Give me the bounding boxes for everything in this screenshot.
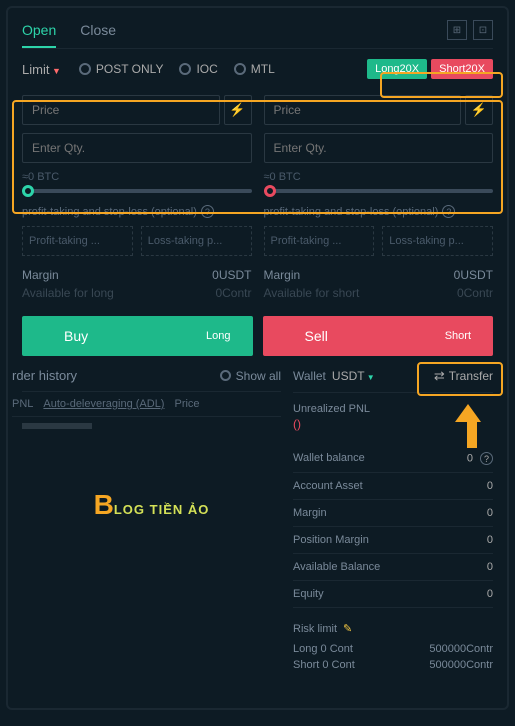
margin-label: Margin (293, 507, 327, 519)
buy-available-value: 0Contr (215, 286, 251, 300)
wallet-label: Wallet (293, 369, 326, 383)
risk-limit-label: Risk limit (293, 623, 337, 635)
edit-icon[interactable]: ✎ (343, 622, 352, 635)
sell-loss-taking-button[interactable]: Loss-taking p... (382, 226, 493, 256)
watermark-logo: BLOG TIỀN ẢO (22, 489, 281, 521)
leverage-short-button[interactable]: Short20X (431, 59, 493, 79)
sell-available-label: Available for short (264, 286, 360, 300)
buy-tpsl-label: profit-taking and stop-loss (optional)? (22, 205, 252, 218)
risk-short-value: 500000Contr (429, 659, 493, 671)
position-tabs: Open Close ⊞ ⊡ (22, 20, 493, 49)
equity-label: Equity (293, 588, 324, 600)
sell-margin-value: 0USDT (454, 268, 493, 282)
margin-value: 0 (487, 507, 493, 519)
account-asset-value: 0 (487, 480, 493, 492)
buy-column: ⚡ ≈0 BTC profit-taking and stop-loss (op… (22, 95, 252, 304)
sell-approx-label: ≈0 BTC (264, 171, 494, 183)
tab-close[interactable]: Close (80, 22, 116, 38)
order-type-dropdown[interactable]: Limit (22, 62, 61, 77)
risk-long-label: Long 0 Cont (293, 643, 353, 655)
buy-available-label: Available for long (22, 286, 114, 300)
wallet-balance-label: Wallet balance (293, 452, 365, 465)
order-type-row: Limit POST ONLY IOC MTL Long20X Short20X (22, 59, 493, 79)
buy-loss-taking-button[interactable]: Loss-taking p... (141, 226, 252, 256)
tab-open[interactable]: Open (22, 22, 56, 48)
account-asset-label: Account Asset (293, 480, 363, 492)
radio-ioc[interactable]: IOC (179, 62, 217, 76)
sell-column: ⚡ ≈0 BTC profit-taking and stop-loss (op… (264, 95, 494, 304)
risk-short-label: Short 0 Cont (293, 659, 355, 671)
help-icon[interactable]: ? (442, 205, 455, 218)
sell-price-bolt-icon[interactable]: ⚡ (465, 95, 493, 125)
position-margin-label: Position Margin (293, 534, 369, 546)
available-balance-label: Available Balance (293, 561, 380, 573)
help-icon[interactable]: ? (480, 452, 493, 465)
sell-tpsl-label: profit-taking and stop-loss (optional)? (264, 205, 494, 218)
buy-qty-slider[interactable] (22, 189, 252, 193)
risk-long-value: 500000Contr (429, 643, 493, 655)
buy-price-bolt-icon[interactable]: ⚡ (224, 95, 252, 125)
radio-mtl[interactable]: MTL (234, 62, 275, 76)
calculator-icon[interactable]: ⊞ (447, 20, 467, 40)
sell-qty-input[interactable] (264, 133, 494, 163)
radio-post-only[interactable]: POST ONLY (79, 62, 164, 76)
buy-margin-value: 0USDT (212, 268, 251, 282)
help-icon[interactable]: ? (201, 205, 214, 218)
equity-value: 0 (487, 588, 493, 600)
wallet-currency-dropdown[interactable]: USDT (332, 369, 375, 383)
buy-long-button[interactable]: BuyLong (22, 316, 253, 356)
unrealized-pnl-value: () (293, 417, 493, 431)
unrealized-pnl-label: Unrealized PNL (293, 403, 493, 415)
buy-profit-taking-button[interactable]: Profit-taking ... (22, 226, 133, 256)
buy-margin-label: Margin (22, 268, 59, 282)
buy-qty-input[interactable] (22, 133, 252, 163)
wallet-balance-value: 0 (467, 453, 473, 465)
transfer-button[interactable]: ⇄ Transfer (434, 368, 493, 384)
order-entry-area: ⚡ ≈0 BTC profit-taking and stop-loss (op… (22, 89, 493, 310)
position-margin-value: 0 (487, 534, 493, 546)
sell-qty-slider[interactable] (264, 189, 494, 193)
buy-price-input[interactable] (22, 95, 220, 125)
sell-margin-label: Margin (264, 268, 301, 282)
hist-tab-adl[interactable]: Auto-deleveraging (ADL) (43, 398, 164, 410)
sell-price-input[interactable] (264, 95, 462, 125)
transfer-icon: ⇄ (434, 368, 445, 384)
history-bar (22, 423, 92, 429)
leverage-long-button[interactable]: Long20X (367, 59, 427, 79)
settings-icon[interactable]: ⊡ (473, 20, 493, 40)
sell-short-button[interactable]: SellShort (263, 316, 494, 356)
show-all-toggle[interactable]: Show all (220, 369, 281, 383)
hist-tab-pnl[interactable]: PNL (12, 398, 33, 410)
buy-approx-label: ≈0 BTC (22, 171, 252, 183)
available-balance-value: 0 (487, 561, 493, 573)
order-history-title: rder history (12, 368, 77, 383)
sell-profit-taking-button[interactable]: Profit-taking ... (264, 226, 375, 256)
hist-tab-price[interactable]: Price (174, 398, 199, 410)
sell-available-value: 0Contr (457, 286, 493, 300)
